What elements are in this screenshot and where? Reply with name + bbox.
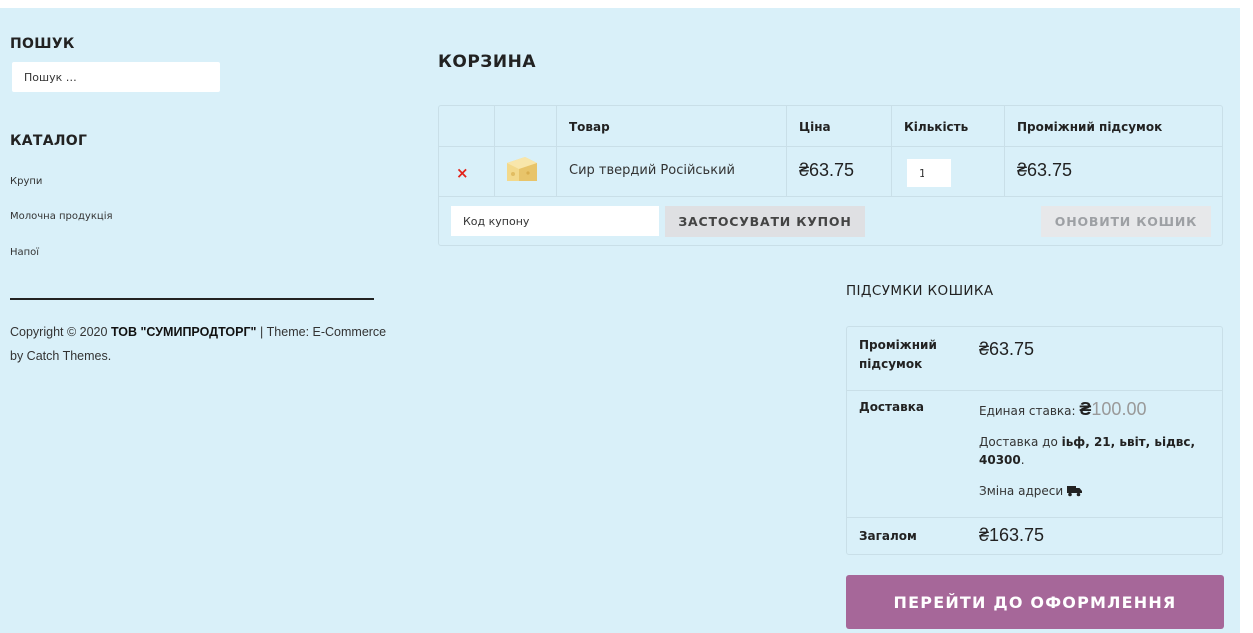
update-cart-button[interactable]: ОНОВИТИ КОШИК [1041, 206, 1211, 237]
shipping-amount: ₴100.00 [1079, 399, 1146, 419]
cart-table: Товар Ціна Кількість Проміжний підсумок … [438, 105, 1223, 246]
remove-item-icon[interactable]: × [456, 164, 469, 182]
copyright-prefix: Copyright © 2020 [10, 325, 111, 339]
proceed-to-checkout-button[interactable]: ПЕРЕЙТИ ДО ОФОРМЛЕННЯ [846, 575, 1224, 629]
cheese-thumbnail[interactable] [505, 155, 539, 183]
coupon-code-input[interactable] [451, 206, 659, 236]
shipping-amount-value: 100.00 [1091, 399, 1147, 419]
truck-icon [1067, 486, 1083, 497]
search-input[interactable] [12, 62, 220, 92]
shipping-dest-prefix: Доставка до [979, 435, 1062, 449]
column-header-subtotal: Проміжний підсумок [1017, 120, 1163, 134]
product-price: ₴63.75 [799, 160, 855, 180]
copyright-text: Copyright © 2020 ТОВ "СУМИПРОДТОРГ" | Th… [10, 320, 390, 368]
column-header-product: Товар [569, 120, 610, 134]
cart-totals-title: ПІДСУМКИ КОШИКА [846, 283, 994, 299]
total-label: Загалом [859, 529, 917, 543]
column-divider [1004, 106, 1005, 196]
apply-coupon-button[interactable]: ЗАСТОСУВАТИ КУПОН [665, 206, 865, 237]
column-header-price: Ціна [799, 120, 831, 134]
column-divider [786, 106, 787, 196]
quantity-input[interactable] [907, 159, 951, 187]
column-header-quantity: Кількість [904, 120, 969, 134]
row-divider [439, 196, 1222, 197]
catalog-widget-title: КАТАЛОГ [10, 133, 88, 149]
row-divider [847, 517, 1222, 518]
column-divider [891, 106, 892, 196]
product-subtotal: ₴63.75 [1017, 160, 1073, 180]
shipping-dest-suffix: . [1020, 453, 1025, 467]
shipping-rate: Единая ставка: ₴100.00 [979, 399, 1146, 420]
cart-totals-table: Проміжний підсумок ₴63.75 Доставка Едина… [846, 326, 1223, 555]
catalog-item-krupy[interactable]: Крупи [10, 176, 42, 187]
shipping-destination: Доставка до іьф, 21, ьвіт, ьідвс, 40300. [979, 433, 1214, 469]
catalog-item-drinks[interactable]: Напої [10, 247, 39, 258]
product-name-link[interactable]: Сир твердий Російський [569, 163, 735, 178]
subtotal-label: Проміжний підсумок [859, 338, 937, 371]
footer-divider [10, 298, 374, 300]
total-value: ₴163.75 [979, 525, 1045, 545]
row-divider [847, 390, 1222, 391]
company-link[interactable]: ТОВ "СУМИПРОДТОРГ" [111, 325, 257, 339]
shipping-rate-prefix: Единая ставка: [979, 404, 1080, 418]
subtotal-value: ₴63.75 [979, 339, 1035, 359]
change-address-label: Зміна адреси [979, 484, 1064, 498]
change-address-link[interactable]: Зміна адреси [979, 484, 1083, 498]
shipping-currency: ₴ [1079, 399, 1092, 419]
column-divider [494, 106, 495, 196]
search-widget-title: ПОШУК [10, 36, 75, 52]
catalog-item-dairy[interactable]: Молочна продукція [10, 211, 113, 222]
header-row-divider [439, 146, 1222, 147]
column-divider [556, 106, 557, 196]
page-title: КОРЗИНА [438, 52, 536, 72]
shipping-label: Доставка [859, 400, 924, 414]
